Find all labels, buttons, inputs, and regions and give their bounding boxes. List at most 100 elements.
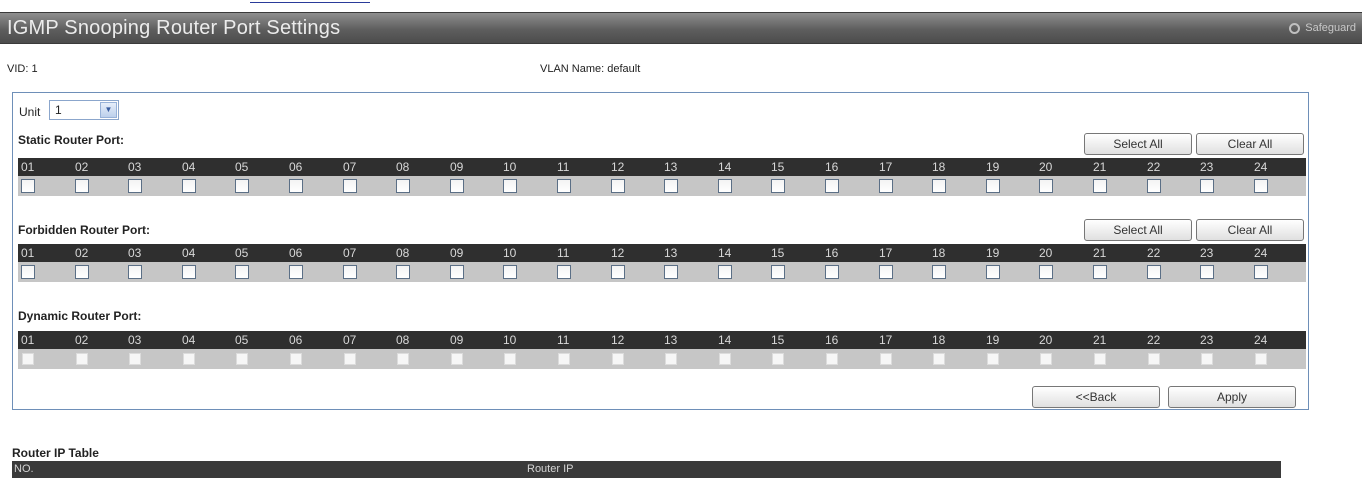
static-port-checkbox-23[interactable] bbox=[1200, 179, 1214, 193]
static-port-checkbox-02[interactable] bbox=[75, 179, 89, 193]
forbidden-port-checkbox-01[interactable] bbox=[21, 265, 35, 279]
vid-value: 1 bbox=[31, 63, 38, 75]
static-select-all-button[interactable]: Select All bbox=[1084, 133, 1192, 155]
dynamic-port-header: 01 02 03 04 05 06 07 08 09 10 11 12 13 14 15 16 17 18 19 20… bbox=[18, 331, 1306, 349]
port-number-11: 11 bbox=[557, 246, 570, 260]
port-number-14: 14 bbox=[718, 160, 732, 174]
dynamic-port-checkbox-21 bbox=[1094, 353, 1106, 365]
apply-button[interactable]: Apply bbox=[1168, 386, 1296, 408]
forbidden-port-checkbox-07[interactable] bbox=[343, 265, 357, 279]
forbidden-port-checkbox-17[interactable] bbox=[879, 265, 893, 279]
unit-select[interactable]: 1 ▼ bbox=[49, 100, 119, 120]
static-port-checkbox-06[interactable] bbox=[289, 179, 303, 193]
static-port-checkbox-01[interactable] bbox=[21, 179, 35, 193]
port-number-13: 13 bbox=[664, 160, 678, 174]
port-number-01: 01 bbox=[21, 160, 35, 174]
static-port-checkbox-18[interactable] bbox=[932, 179, 946, 193]
back-button[interactable]: <<Back bbox=[1032, 386, 1160, 408]
port-number-22: 22 bbox=[1147, 333, 1161, 347]
dynamic-port-checkbox-08 bbox=[397, 353, 409, 365]
forbidden-port-checkbox-08[interactable] bbox=[396, 265, 410, 279]
forbidden-port-checkbox-11[interactable] bbox=[557, 265, 571, 279]
port-number-06: 06 bbox=[289, 246, 303, 260]
forbidden-select-all-button[interactable]: Select All bbox=[1084, 219, 1192, 241]
port-number-17: 17 bbox=[879, 333, 893, 347]
static-clear-all-button[interactable]: Clear All bbox=[1196, 133, 1304, 155]
static-port-checkbox-05[interactable] bbox=[235, 179, 249, 193]
static-port-checkbox-21[interactable] bbox=[1093, 179, 1107, 193]
forbidden-port-checkbox-13[interactable] bbox=[664, 265, 678, 279]
port-number-19: 19 bbox=[986, 333, 1000, 347]
static-port-checkbox-16[interactable] bbox=[825, 179, 839, 193]
static-port-checkbox-10[interactable] bbox=[503, 179, 517, 193]
static-port-checkbox-03[interactable] bbox=[128, 179, 142, 193]
static-port-checkbox-11[interactable] bbox=[557, 179, 571, 193]
dynamic-port-checkbox-22 bbox=[1148, 353, 1160, 365]
forbidden-port-checkbox-23[interactable] bbox=[1200, 265, 1214, 279]
port-number-09: 09 bbox=[450, 246, 464, 260]
forbidden-port-checkbox-22[interactable] bbox=[1147, 265, 1161, 279]
static-port-checkbox-04[interactable] bbox=[182, 179, 196, 193]
forbidden-port-checkbox-06[interactable] bbox=[289, 265, 303, 279]
port-number-07: 07 bbox=[343, 246, 357, 260]
dynamic-port-checkbox-11 bbox=[558, 353, 570, 365]
dynamic-port-checkbox-23 bbox=[1201, 353, 1213, 365]
dynamic-port-checkbox-20 bbox=[1040, 353, 1052, 365]
static-port-checkbox-20[interactable] bbox=[1039, 179, 1053, 193]
dynamic-port-checkbox-12 bbox=[612, 353, 624, 365]
chevron-down-icon[interactable]: ▼ bbox=[100, 102, 117, 118]
port-number-05: 05 bbox=[235, 160, 249, 174]
forbidden-port-checkbox-03[interactable] bbox=[128, 265, 142, 279]
static-port-checkbox-17[interactable] bbox=[879, 179, 893, 193]
forbidden-port-checkbox-12[interactable] bbox=[611, 265, 625, 279]
static-port-checkbox-09[interactable] bbox=[450, 179, 464, 193]
port-number-09: 09 bbox=[450, 160, 464, 174]
port-number-20: 20 bbox=[1039, 333, 1053, 347]
forbidden-port-checkbox-24[interactable] bbox=[1254, 265, 1268, 279]
forbidden-port-checkbox-21[interactable] bbox=[1093, 265, 1107, 279]
port-number-07: 07 bbox=[343, 333, 357, 347]
port-number-21: 21 bbox=[1093, 333, 1107, 347]
static-port-checkbox-24[interactable] bbox=[1254, 179, 1268, 193]
forbidden-port-checkbox-20[interactable] bbox=[1039, 265, 1053, 279]
port-number-15: 15 bbox=[771, 333, 785, 347]
static-port-checkbox-15[interactable] bbox=[771, 179, 785, 193]
dynamic-port-checkbox-10 bbox=[504, 353, 516, 365]
port-number-01: 01 bbox=[21, 246, 35, 260]
port-number-21: 21 bbox=[1093, 160, 1107, 174]
port-number-24: 24 bbox=[1254, 246, 1268, 260]
forbidden-port-checkbox-15[interactable] bbox=[771, 265, 785, 279]
port-number-13: 13 bbox=[664, 333, 678, 347]
port-number-16: 16 bbox=[825, 333, 839, 347]
port-number-10: 10 bbox=[503, 160, 517, 174]
dynamic-port-checkbox-19 bbox=[987, 353, 999, 365]
forbidden-router-port-title: Forbidden Router Port: bbox=[18, 223, 150, 237]
forbidden-clear-all-button[interactable]: Clear All bbox=[1196, 219, 1304, 241]
forbidden-port-checkbox-16[interactable] bbox=[825, 265, 839, 279]
static-port-checkbox-22[interactable] bbox=[1147, 179, 1161, 193]
static-port-checkbox-13[interactable] bbox=[664, 179, 678, 193]
forbidden-port-checkbox-09[interactable] bbox=[450, 265, 464, 279]
static-port-checkbox-07[interactable] bbox=[343, 179, 357, 193]
forbidden-port-header: 01 02 03 04 05 06 07 08 09 10 11 12 13 14 15 16 17 18 19 20… bbox=[18, 244, 1306, 262]
dynamic-port-checkbox-16 bbox=[826, 353, 838, 365]
forbidden-port-checkbox-02[interactable] bbox=[75, 265, 89, 279]
forbidden-port-checkbox-14[interactable] bbox=[718, 265, 732, 279]
forbidden-port-checkbox-10[interactable] bbox=[503, 265, 517, 279]
port-number-09: 09 bbox=[450, 333, 464, 347]
dynamic-port-checkbox-06 bbox=[290, 353, 302, 365]
static-router-port-title: Static Router Port: bbox=[18, 133, 125, 147]
port-number-03: 03 bbox=[128, 160, 142, 174]
forbidden-port-checkbox-05[interactable] bbox=[235, 265, 249, 279]
static-port-checkbox-12[interactable] bbox=[611, 179, 625, 193]
static-port-checkbox-14[interactable] bbox=[718, 179, 732, 193]
port-number-21: 21 bbox=[1093, 246, 1107, 260]
static-port-checkbox-19[interactable] bbox=[986, 179, 1000, 193]
static-port-checkbox-08[interactable] bbox=[396, 179, 410, 193]
port-number-16: 16 bbox=[825, 246, 839, 260]
vid-info: VID: 1 bbox=[7, 63, 38, 75]
forbidden-port-checkbox-04[interactable] bbox=[182, 265, 196, 279]
forbidden-port-checkbox-18[interactable] bbox=[932, 265, 946, 279]
forbidden-port-checkbox-19[interactable] bbox=[986, 265, 1000, 279]
port-number-23: 23 bbox=[1200, 246, 1214, 260]
